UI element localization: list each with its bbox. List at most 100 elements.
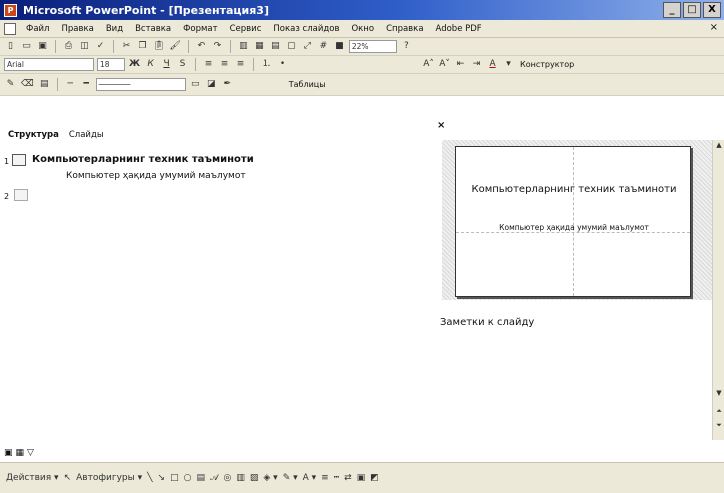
slide-canvas[interactable]: Компьютерларнинг техник таъминоти Компью…	[455, 146, 691, 297]
align-center-icon[interactable]: ≡	[218, 58, 231, 71]
eraser-icon[interactable]: ⌫	[20, 78, 35, 91]
actions-menu[interactable]: Действия ▾	[6, 473, 59, 483]
autoshapes-menu[interactable]: Автофигуры ▾	[76, 473, 142, 483]
align-right-icon[interactable]: ≡	[234, 58, 247, 71]
clipart-icon[interactable]: ▥	[236, 473, 245, 483]
font-size-select[interactable]: 18	[97, 58, 125, 71]
line-style-icon[interactable]: ≡	[321, 473, 329, 483]
underline-button[interactable]: Ч	[160, 58, 173, 71]
font-color-dropdown-icon[interactable]: ▾	[502, 58, 515, 71]
redo-icon[interactable]: ↷	[211, 40, 224, 53]
new-icon[interactable]: ▯	[4, 40, 17, 53]
expand-icon[interactable]: ⤢	[301, 40, 314, 53]
close-document-button[interactable]: ×	[710, 22, 718, 33]
document-icon[interactable]	[4, 22, 16, 35]
oval-icon[interactable]: ○	[184, 473, 192, 483]
menu-view[interactable]: Вид	[100, 24, 129, 34]
slideshow-view-icon[interactable]: ▽	[27, 448, 34, 458]
chart-icon[interactable]: ▥	[237, 40, 250, 53]
close-button[interactable]: X	[703, 2, 721, 18]
numbering-icon[interactable]: ⒈	[260, 58, 273, 71]
select-icon[interactable]: ↖	[64, 473, 72, 483]
shrink-font-button[interactable]: A˅	[438, 58, 451, 71]
arrow-style-icon[interactable]: ⇄	[344, 473, 352, 483]
pane-close-button[interactable]: ×	[437, 120, 445, 131]
tables-menu-button[interactable]: Таблицы	[287, 80, 328, 89]
tab-outline[interactable]: Структура	[8, 130, 59, 140]
draw-table-icon[interactable]: ✎	[4, 78, 17, 91]
font-select[interactable]: Arial	[4, 58, 94, 71]
undo-icon[interactable]: ↶	[195, 40, 208, 53]
open-icon[interactable]: ▭	[20, 40, 33, 53]
menu-help[interactable]: Справка	[380, 24, 429, 34]
minimize-button[interactable]: _	[663, 2, 681, 18]
diagram-icon[interactable]: ◎	[224, 473, 232, 483]
align-left-icon[interactable]: ≡	[202, 58, 215, 71]
normal-view-icon[interactable]: ▣	[4, 448, 13, 458]
new-slide-icon[interactable]: ▢	[285, 40, 298, 53]
slide-icon[interactable]	[14, 189, 28, 201]
format-painter-icon[interactable]: 🖌︎	[168, 40, 181, 53]
scroll-down-icon[interactable]: ▼	[714, 388, 724, 398]
preview-icon[interactable]: ◫	[78, 40, 91, 53]
fill-icon[interactable]: ◪	[205, 78, 218, 91]
menu-adobe-pdf[interactable]: Adobe PDF	[430, 24, 488, 34]
rectangle-icon[interactable]: □	[170, 473, 179, 483]
notes-placeholder[interactable]: Заметки к слайду	[440, 317, 534, 328]
next-slide-icon[interactable]: ⏷	[714, 420, 724, 430]
grid-icon[interactable]: #	[317, 40, 330, 53]
bold-button[interactable]: Ж	[128, 58, 141, 71]
menu-window[interactable]: Окно	[345, 24, 380, 34]
outline-pane[interactable]: 1 Компьютерларнинг техник таъминоти Комп…	[0, 145, 440, 445]
slide-sorter-icon[interactable]: ▦	[16, 448, 25, 458]
spelling-icon[interactable]: ✓	[94, 40, 107, 53]
border-style-icon[interactable]: ▤	[38, 78, 51, 91]
scroll-up-icon[interactable]: ▲	[714, 140, 724, 150]
font-color-button[interactable]: A	[486, 58, 499, 71]
menu-insert[interactable]: Вставка	[129, 24, 177, 34]
shadow-icon[interactable]: ▣	[357, 473, 366, 483]
save-icon[interactable]: ▣	[36, 40, 49, 53]
copy-icon[interactable]: ❐	[136, 40, 149, 53]
fill-color-icon[interactable]: ◈ ▾	[263, 473, 277, 483]
picture-icon[interactable]: ▨	[250, 473, 259, 483]
previous-slide-icon[interactable]: ⏶	[714, 406, 724, 416]
table-icon[interactable]: ▦	[253, 40, 266, 53]
slide-icon[interactable]	[12, 154, 26, 166]
decrease-indent-icon[interactable]: ⇤	[454, 58, 467, 71]
textbox-icon[interactable]: ▤	[196, 473, 205, 483]
maximize-button[interactable]: □	[683, 2, 701, 18]
tab-slides[interactable]: Слайды	[69, 130, 104, 140]
menu-tools[interactable]: Сервис	[224, 24, 268, 34]
paste-icon[interactable]: 📋︎	[152, 40, 165, 53]
outline-slide-title[interactable]: Компьютерларнинг техник таъминоти	[32, 154, 254, 165]
menu-format[interactable]: Формат	[177, 24, 224, 34]
increase-indent-icon[interactable]: ⇥	[470, 58, 483, 71]
print-icon[interactable]: ⎙	[62, 40, 75, 53]
help-icon[interactable]: ?	[400, 40, 413, 53]
grow-font-button[interactable]: A˄	[422, 58, 435, 71]
menu-file[interactable]: Файл	[20, 24, 55, 34]
slide-subtitle[interactable]: Компьютер ҳақида умумий маълумот	[470, 223, 678, 232]
3d-icon[interactable]: ◩	[370, 473, 379, 483]
italic-button[interactable]: К	[144, 58, 157, 71]
line-color-icon[interactable]: ✎ ▾	[283, 473, 298, 483]
arrow-icon[interactable]: ↘	[158, 473, 166, 483]
columns-icon[interactable]: ▤	[269, 40, 282, 53]
menu-slideshow[interactable]: Показ слайдов	[267, 24, 345, 34]
designer-button[interactable]: Конструктор	[518, 60, 576, 69]
text-color-icon[interactable]: A ▾	[303, 473, 317, 483]
slide-title[interactable]: Компьютерларнинг техник таъминоти	[470, 183, 678, 196]
pen-icon[interactable]: ✒	[221, 78, 234, 91]
menu-edit[interactable]: Правка	[55, 24, 99, 34]
outline-slide-subtitle[interactable]: Компьютер ҳақида умумий маълумот	[66, 171, 246, 181]
color-icon[interactable]: ■	[333, 40, 346, 53]
line-style-icon[interactable]: ─	[64, 78, 77, 91]
vertical-scrollbar[interactable]: ▲ ▼ ⏶ ⏷	[712, 140, 724, 440]
wordart-icon[interactable]: 𝒜	[210, 473, 219, 483]
line-weight-icon[interactable]: ━	[80, 78, 93, 91]
cut-icon[interactable]: ✂	[120, 40, 133, 53]
line-icon[interactable]: ╲	[147, 473, 152, 483]
dash-style-icon[interactable]: ┅	[334, 473, 339, 483]
bullets-icon[interactable]: •	[276, 58, 289, 71]
